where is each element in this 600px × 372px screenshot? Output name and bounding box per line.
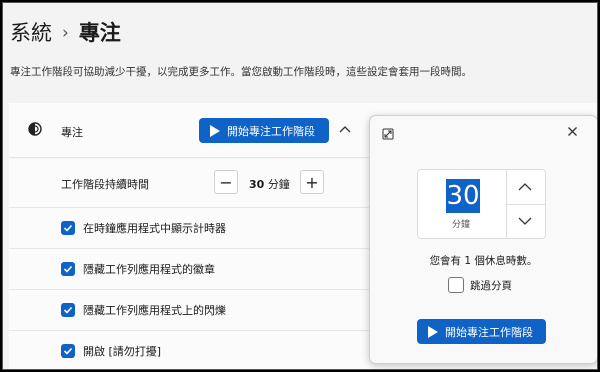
option-label: 在時鐘應用程式中顯示計時器 [83,222,226,235]
checkmark-icon [63,265,73,273]
page-description: 專注工作階段可協助減少干擾，以完成更多工作。當您啟動工作階段時，這些設定會套用一… [10,66,472,78]
decrease-minutes-icon[interactable] [515,211,535,231]
session-duration-label: 工作階段持續時間 [61,178,149,191]
timer-unit: 分鐘 [452,220,471,230]
timer-picker[interactable]: 30 分鐘 [417,169,546,239]
page-title: 專注 [78,21,121,45]
option-checkbox[interactable] [61,303,75,317]
increase-minutes-icon[interactable] [515,177,535,197]
start-focus-session-button[interactable]: 開始專注工作階段 [199,118,329,143]
skip-breaks-label: 跳過分頁 [470,280,512,292]
checkmark-icon [63,347,73,355]
duration-number: 30 [249,178,265,191]
breadcrumb-parent[interactable]: 系統 [10,21,52,45]
skip-breaks-checkbox[interactable] [448,277,464,293]
duration-unit: 分鐘 [267,178,290,191]
option-checkbox[interactable] [61,221,75,235]
focus-icon [28,122,42,136]
decrease-duration-button[interactable]: − [214,170,238,194]
popup-start-focus-button[interactable]: 開始專注工作階段 [417,319,546,344]
play-icon [428,325,438,338]
option-label: 隱藏工作列應用程式上的閃爍 [83,304,226,317]
timer-minutes-value[interactable]: 30 [446,179,480,213]
breadcrumb-separator: › [62,23,69,43]
plus-icon: + [305,172,319,192]
focus-session-popup: 30 分鐘 您會有 1 個休息時數。 跳過分頁 開始專注工作階段 [369,115,597,364]
start-focus-session-label: 開始專注工作階段 [227,124,315,138]
session-duration-value: 30 分鐘 [249,176,290,192]
option-checkbox[interactable] [61,262,75,276]
increase-duration-button[interactable]: + [300,170,324,194]
expand-icon[interactable] [382,128,394,140]
chevron-up-icon[interactable] [339,125,351,135]
option-label: 隱藏工作列應用程式的徽章 [83,263,215,276]
play-icon [210,124,220,137]
option-label: 開啟 [請勿打擾] [83,345,162,358]
breaks-info: 您會有 1 個休息時數。 [429,255,538,267]
popup-start-focus-label: 開始專注工作階段 [445,325,533,339]
settings-window: 系統 › 專注 專注工作階段可協助減少干擾，以完成更多工作。當您啟動工作階段時，這些… [2,2,598,370]
divider [507,204,545,205]
minus-icon: − [219,172,233,192]
breadcrumb: 系統 › 專注 [10,17,121,47]
close-icon[interactable] [567,126,578,137]
option-checkbox[interactable] [61,344,75,358]
focus-label: 專注 [61,126,83,139]
checkmark-icon [63,224,73,232]
checkmark-icon [63,306,73,314]
